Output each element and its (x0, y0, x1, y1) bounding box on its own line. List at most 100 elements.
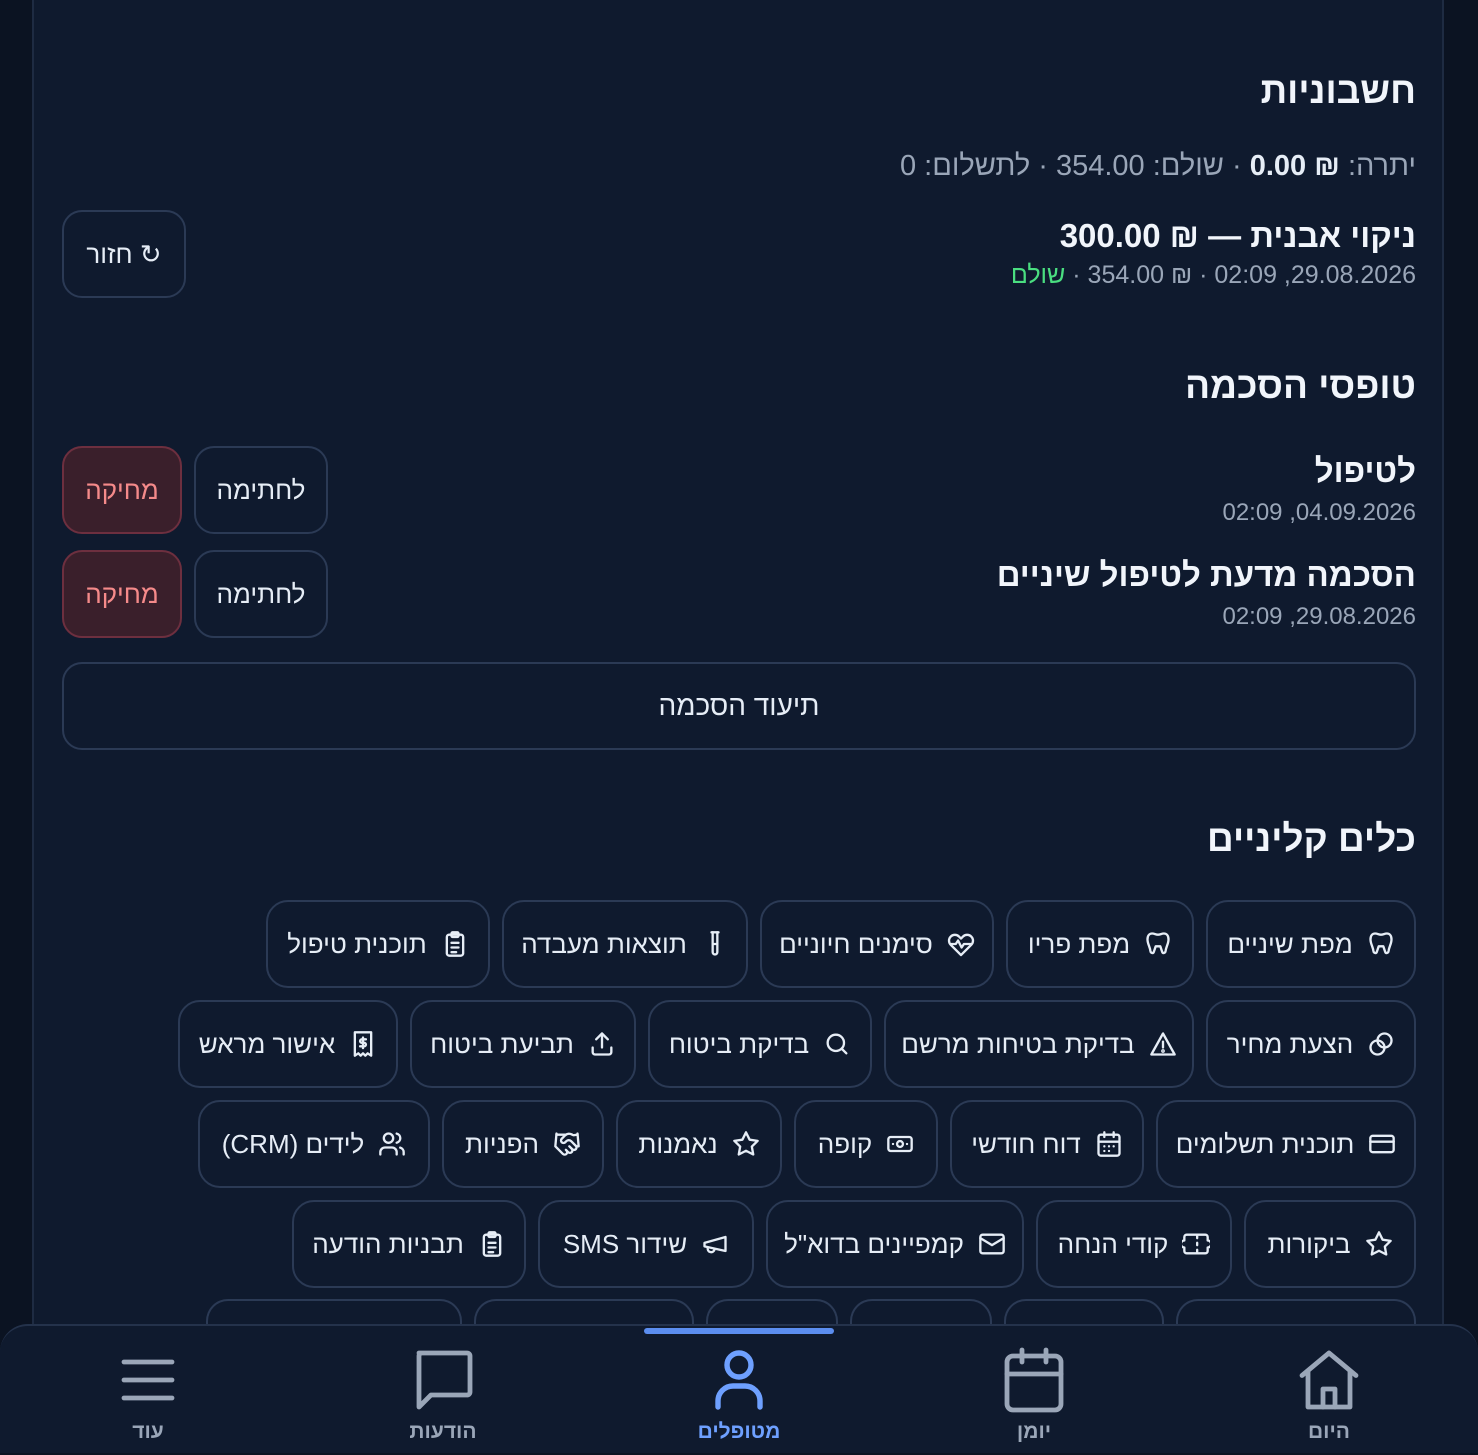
nav-label: היום (1308, 1420, 1350, 1443)
tool-label: שידור SMS (562, 1228, 688, 1259)
tool-cashier-button[interactable]: קופה (794, 1100, 938, 1188)
nav-today[interactable]: היום (1229, 1326, 1429, 1455)
tool-label: קודי הנחה (1057, 1228, 1169, 1259)
receipt-icon (353, 1031, 373, 1057)
tool-label: בדיקת ביטוח (668, 1028, 810, 1059)
test-tube-icon (710, 931, 720, 956)
tool-perio-chart-button[interactable]: מפת פריו (1006, 900, 1194, 988)
star-icon (732, 1131, 759, 1156)
star-icon (1365, 1231, 1392, 1256)
tool-label: תוכנית תשלומים (1175, 1128, 1355, 1159)
tool-label: הפניות (465, 1128, 539, 1159)
tool-label: מפת שיניים (1227, 928, 1353, 959)
calendar-icon (1004, 1347, 1064, 1413)
balance-label: יתרה: (1347, 150, 1416, 182)
menu-icon (121, 1359, 175, 1401)
tool-reviews-button[interactable]: ביקורות (1244, 1200, 1416, 1288)
cash-icon (887, 1135, 914, 1153)
invoices-heading: חשבוניות (1260, 70, 1416, 111)
delete-button[interactable]: מחיקה (62, 446, 182, 534)
clipboard-icon (482, 1231, 502, 1257)
tool-quote-button[interactable]: הצעת מחיר (1206, 1000, 1416, 1088)
tool-label: אישור מראש (198, 1028, 336, 1059)
invoice-meta: 29.08.2026, 02:09 · ₪ 354.00 · שולם (1011, 261, 1416, 290)
paid-value: 354.00 (1055, 150, 1145, 182)
tool-label: נאמנות (638, 1128, 718, 1159)
tool-leads-crm-button[interactable]: לידים (CRM) (198, 1100, 430, 1188)
paid-label: · שולם: (1152, 150, 1242, 182)
tool-referrals-button[interactable]: הפניות (442, 1100, 604, 1188)
balance-value: ₪ 0.00 (1249, 150, 1340, 182)
consent-forms-heading: טופסי הסכמה (1185, 365, 1416, 406)
nav-patients[interactable]: מטופלים (639, 1326, 839, 1455)
invoice-summary: יתרה: ₪ 0.00 · שולם: 354.00 · לתשלום: 0 (900, 150, 1416, 183)
nav-calendar[interactable]: יומן (934, 1326, 1134, 1455)
nav-more[interactable]: עוד (48, 1326, 248, 1455)
tool-label: קופה (817, 1128, 873, 1159)
ticket-icon (1182, 1233, 1211, 1255)
document-consent-button[interactable]: תיעוד הסכמה (62, 662, 1416, 750)
warning-icon (1149, 1032, 1176, 1056)
invoice-meta-text: 29.08.2026, 02:09 · ₪ 354.00 · (1072, 261, 1416, 289)
search-icon (826, 1033, 848, 1055)
tool-tooth-chart-button[interactable]: מפת שיניים (1206, 900, 1416, 988)
clipboard-icon (445, 931, 465, 957)
tool-loyalty-button[interactable]: נאמנות (616, 1100, 782, 1188)
credit-card-icon (1369, 1134, 1396, 1154)
tooth-icon (1369, 932, 1393, 955)
tool-treatment-plan-button[interactable]: תוכנית טיפול (266, 900, 490, 988)
calendar-icon (1097, 1131, 1121, 1157)
nav-label: יומן (1016, 1420, 1052, 1443)
tool-rx-safety-button[interactable]: בדיקת בטיחות מרשם (884, 1000, 1194, 1088)
invoice-status-badge: שולם (1010, 261, 1066, 289)
tool-vitals-button[interactable]: סימנים חיוניים (760, 900, 994, 988)
sign-button[interactable]: לחתימה (194, 446, 328, 534)
nav-label: מטופלים (697, 1420, 781, 1443)
bottom-nav: היום יומן מטופלים הודעות עוד (0, 1324, 1478, 1453)
due-label: · לתשלום: (924, 150, 1048, 182)
tooth-icon (1146, 932, 1170, 955)
tool-insurance-claim-button[interactable]: תביעת ביטוח (410, 1000, 636, 1088)
tool-lab-results-button[interactable]: תוצאות מעבדה (502, 900, 748, 988)
tool-message-templates-button[interactable]: תבניות הודעה (292, 1200, 526, 1288)
handshake-icon (554, 1132, 580, 1156)
tool-insurance-check-button[interactable]: בדיקת ביטוח (648, 1000, 872, 1088)
nav-messages[interactable]: הודעות (343, 1326, 543, 1455)
tool-label: ביקורות (1267, 1228, 1351, 1259)
tool-label: תוכנית טיפול (287, 928, 427, 959)
clinical-tools-heading: כלים קליניים (1207, 818, 1416, 859)
tool-sms-broadcast-button[interactable]: שידור SMS (538, 1200, 754, 1288)
tool-label: קמפיינים בדוא"ל (784, 1228, 964, 1259)
chat-icon (416, 1350, 473, 1410)
consent-form-title: הסכמה מדעת לטיפול שיניים (996, 556, 1416, 593)
tool-label: תוצאות מעבדה (521, 928, 687, 959)
tool-label: בדיקת בטיחות מרשם (901, 1028, 1135, 1059)
tool-label: דוח חודשי (971, 1128, 1081, 1159)
nav-label: הודעות (409, 1420, 477, 1443)
tool-label: תבניות הודעה (312, 1228, 464, 1259)
mail-icon (979, 1233, 1005, 1255)
heart-pulse-icon (947, 933, 974, 957)
tool-label: הצעת מחיר (1226, 1028, 1354, 1059)
consent-form-date: 04.09.2026, 02:09 (1222, 499, 1416, 526)
users-icon (379, 1132, 406, 1156)
tool-discount-codes-button[interactable]: קודי הנחה (1036, 1200, 1232, 1288)
tool-preauth-button[interactable]: אישור מראש (178, 1000, 398, 1088)
user-icon (715, 1350, 763, 1410)
tool-label: לידים (CRM) (221, 1128, 365, 1159)
megaphone-icon (703, 1235, 727, 1254)
tool-monthly-report-button[interactable]: דוח חודשי (950, 1100, 1144, 1188)
tool-label: תביעת ביטוח (430, 1028, 574, 1059)
upload-icon (591, 1032, 613, 1056)
consent-form-title: לטיפול (1314, 452, 1416, 489)
delete-button[interactable]: מחיקה (62, 550, 182, 638)
tool-payment-plan-button[interactable]: תוכנית תשלומים (1156, 1100, 1416, 1188)
consent-form-date: 29.08.2026, 02:09 (1222, 603, 1416, 630)
tool-label: סימנים חיוניים (779, 928, 933, 959)
sign-button[interactable]: לחתימה (194, 550, 328, 638)
invoice-title: ניקוי אבנית — ₪ 300.00 (1059, 217, 1416, 254)
refund-button[interactable]: ↻ חזור (62, 210, 186, 298)
coins-icon (1369, 1032, 1393, 1056)
tool-email-campaigns-button[interactable]: קמפיינים בדוא"ל (766, 1200, 1024, 1288)
home-icon (1299, 1350, 1359, 1410)
